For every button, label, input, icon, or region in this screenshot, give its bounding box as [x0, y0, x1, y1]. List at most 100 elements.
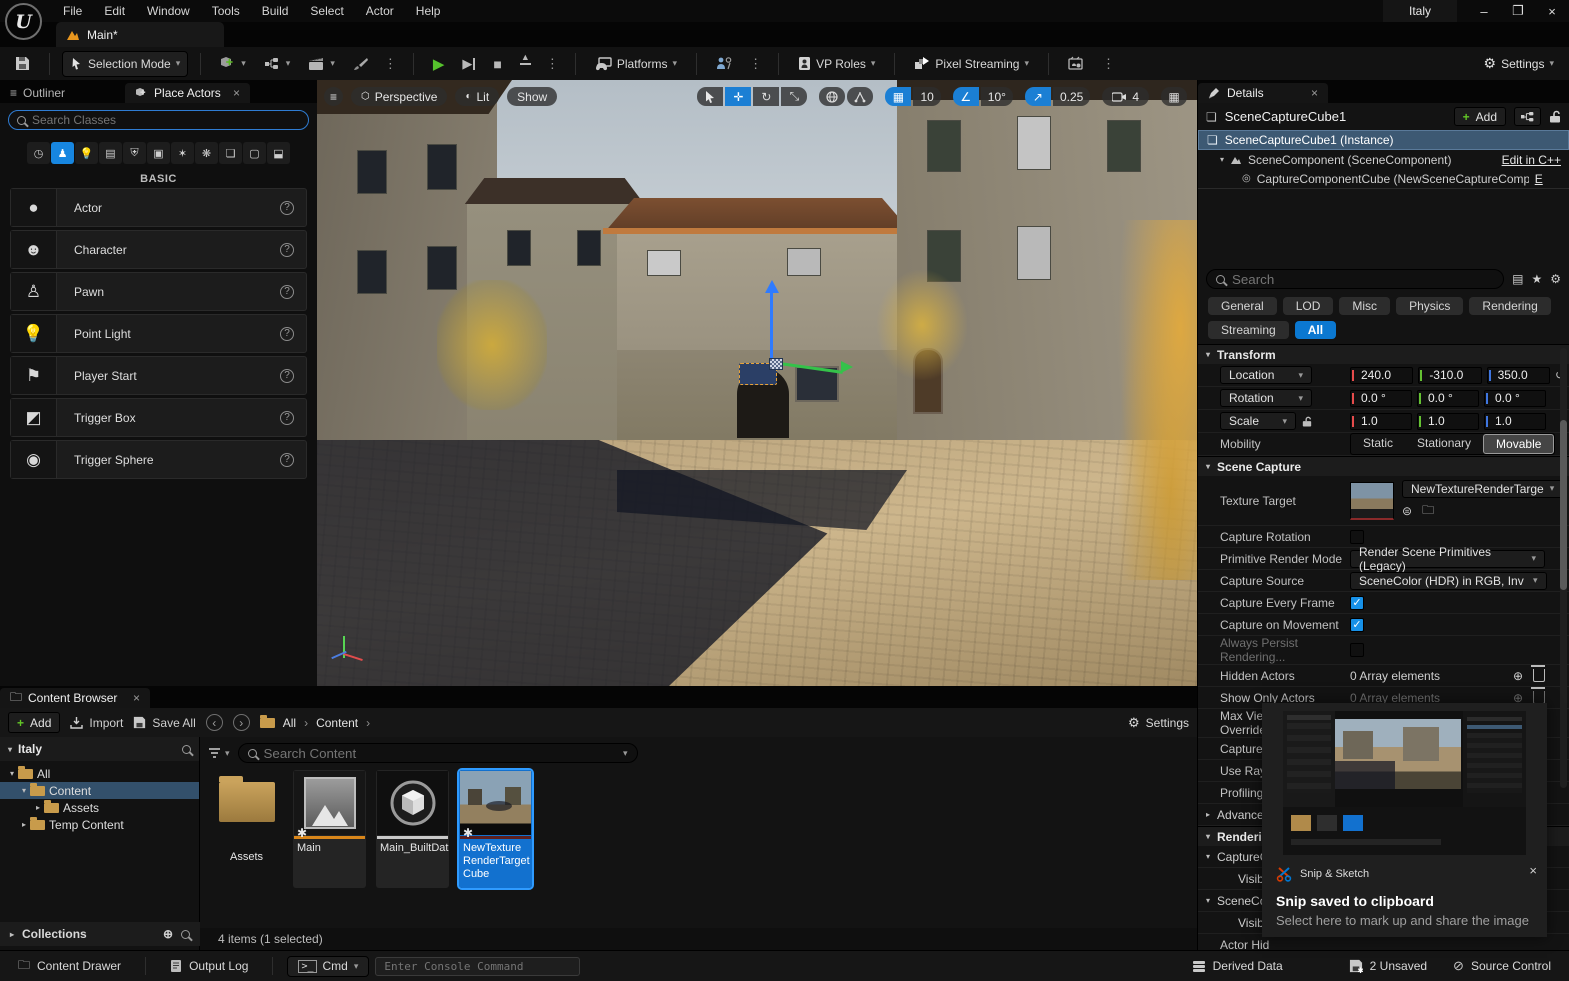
platforms-dropdown[interactable]: Platforms▾: [588, 52, 684, 76]
scene-capture-section-header[interactable]: ▾ Scene Capture: [1198, 456, 1569, 476]
help-icon[interactable]: ?: [280, 285, 294, 299]
toolbar-overflow-dots[interactable]: ⋮: [380, 56, 401, 72]
component-row-instance[interactable]: ❏ SceneCaptureCube1 (Instance): [1198, 130, 1569, 150]
close-icon[interactable]: ×: [1311, 86, 1318, 100]
details-scrollbar[interactable]: [1560, 348, 1567, 788]
rotation-dropdown[interactable]: Rotation▾: [1220, 389, 1312, 407]
snip-notification[interactable]: Snip & Sketch × Snip saved to clipboard …: [1262, 703, 1547, 937]
notification-close-icon[interactable]: ×: [1529, 863, 1537, 878]
scale-tool-button[interactable]: ⤡: [781, 87, 807, 106]
tab-place-actors[interactable]: Place Actors ×: [125, 83, 250, 103]
blueprint-edit-button[interactable]: [1514, 107, 1541, 126]
maximize-viewport-button[interactable]: ▦: [1161, 87, 1187, 106]
cb-import-button[interactable]: Import: [70, 716, 123, 730]
place-item-trigger-box[interactable]: ◩ Trigger Box ?: [10, 398, 307, 437]
add-actor-button[interactable]: ▾: [213, 52, 253, 76]
rotation-z-field[interactable]: 0.0 °: [1484, 390, 1546, 407]
blueprints-button[interactable]: ▾: [257, 52, 298, 76]
component-row-scenecomponent[interactable]: ▾ SceneComponent (SceneComponent) Edit i…: [1198, 150, 1569, 169]
asset-tile-main-builtdata[interactable]: Main_BuiltData: [376, 770, 449, 888]
details-search-box[interactable]: [1206, 269, 1504, 289]
tree-item-temp-content[interactable]: ▸Temp Content: [0, 816, 199, 833]
media-capture-button[interactable]: [1061, 52, 1094, 76]
search-content-box[interactable]: ▾: [238, 743, 638, 763]
menu-help[interactable]: Help: [405, 0, 452, 22]
tree-item-assets[interactable]: ▸Assets: [0, 799, 199, 816]
frame-skip-button[interactable]: ▶: [455, 52, 482, 76]
chevron-right-icon[interactable]: ▸: [36, 803, 40, 812]
tree-item-content[interactable]: ▾Content: [0, 782, 199, 799]
menu-select[interactable]: Select: [299, 0, 354, 22]
scale-lock-icon[interactable]: [1302, 416, 1312, 427]
add-component-button[interactable]: + Add: [1454, 107, 1506, 126]
forward-icon[interactable]: ›: [233, 714, 250, 731]
content-drawer-button[interactable]: 🗀 Content Drawer: [8, 951, 131, 981]
place-item-pawn[interactable]: ♙ Pawn ?: [10, 272, 307, 311]
menu-actor[interactable]: Actor: [355, 0, 405, 22]
display-options-icon[interactable]: ▤: [1512, 272, 1523, 286]
panels-category-icon[interactable]: ▢: [243, 142, 266, 164]
component-row-capturecube[interactable]: ◎ CaptureComponentCube (NewSceneCaptureC…: [1198, 169, 1569, 188]
asset-tile-main[interactable]: ✱ Main: [293, 770, 366, 888]
play-button[interactable]: ▶: [426, 52, 452, 76]
scale-y-field[interactable]: 1.0: [1417, 413, 1479, 430]
search-classes-input[interactable]: [32, 113, 300, 127]
basic-category-icon[interactable]: ♟: [51, 142, 74, 164]
capture-source-dropdown[interactable]: SceneColor (HDR) in RGB, Inv Opacity▾: [1350, 572, 1547, 590]
collections-bar[interactable]: ▸ Collections ⊕: [0, 922, 200, 946]
vp-roles-dropdown[interactable]: VP Roles▾: [791, 52, 882, 76]
location-y-field[interactable]: -310.0: [1418, 367, 1481, 384]
location-z-field[interactable]: 350.0: [1487, 367, 1550, 384]
help-icon[interactable]: ?: [280, 243, 294, 257]
close-icon[interactable]: ×: [233, 86, 240, 100]
edit-link-truncated[interactable]: E: [1535, 172, 1543, 186]
tree-item-all[interactable]: ▾All: [0, 765, 199, 782]
cb-add-button[interactable]: +Add: [8, 712, 60, 733]
place-item-actor[interactable]: ● Actor ?: [10, 188, 307, 227]
scale-z-field[interactable]: 1.0: [1484, 413, 1546, 430]
menu-window[interactable]: Window: [136, 0, 201, 22]
scale-dropdown[interactable]: Scale▾: [1220, 412, 1296, 430]
misc-category-icon[interactable]: ⬓: [267, 142, 290, 164]
geometry-category-icon[interactable]: ▣: [147, 142, 170, 164]
chevron-down-icon[interactable]: ▾: [22, 786, 26, 795]
location-dropdown[interactable]: Location▾: [1220, 366, 1312, 384]
multi-user-button[interactable]: [709, 52, 741, 76]
scale-x-field[interactable]: 1.0: [1350, 413, 1412, 430]
perspective-dropdown[interactable]: ⬡ Perspective: [351, 87, 447, 106]
world-local-toggle[interactable]: [819, 87, 845, 106]
chevron-down-icon[interactable]: ▾: [1220, 155, 1224, 164]
tab-main-level[interactable]: Main*: [56, 22, 224, 47]
help-icon[interactable]: ?: [280, 327, 294, 341]
gizmo-z-axis[interactable]: [770, 290, 773, 368]
gizmo-center-handle[interactable]: [769, 358, 783, 370]
media-dots[interactable]: ⋮: [1098, 56, 1119, 72]
maximize-button[interactable]: ❐: [1501, 0, 1535, 22]
place-item-trigger-sphere[interactable]: ◉ Trigger Sphere ?: [10, 440, 307, 479]
console-command-box[interactable]: [375, 957, 580, 976]
asset-tile-assets-folder[interactable]: Assets: [210, 770, 283, 867]
edit-in-cpp-link[interactable]: Edit in C++: [1502, 153, 1561, 167]
rotation-x-field[interactable]: 0.0 °: [1350, 390, 1412, 407]
back-icon[interactable]: ‹: [206, 714, 223, 731]
mobility-static[interactable]: Static: [1351, 434, 1405, 454]
unsaved-button[interactable]: ✱ 2 Unsaved: [1339, 951, 1437, 981]
location-x-field[interactable]: 240.0: [1350, 367, 1413, 384]
play-options-dots[interactable]: ⋮: [542, 56, 563, 72]
chevron-down-icon[interactable]: ▾: [10, 769, 14, 778]
tab-details[interactable]: Details ×: [1198, 83, 1328, 103]
cb-settings-button[interactable]: ⚙ Settings: [1128, 715, 1189, 731]
move-tool-button[interactable]: ✛: [725, 87, 751, 106]
save-button[interactable]: [8, 52, 37, 76]
details-settings-gear-icon[interactable]: ⚙: [1550, 272, 1561, 286]
menu-file[interactable]: File: [52, 0, 93, 22]
select-tool-button[interactable]: [697, 87, 723, 106]
grid-snap-toggle[interactable]: ▦: [885, 87, 911, 106]
eject-button[interactable]: ▲: [513, 52, 538, 76]
help-icon[interactable]: ?: [280, 201, 294, 215]
breadcrumb-content[interactable]: Content: [316, 716, 358, 730]
snip-thumbnail[interactable]: [1283, 711, 1526, 855]
browse-to-asset-icon[interactable]: 🗀: [1422, 501, 1434, 522]
derived-data-button[interactable]: Derived Data: [1182, 951, 1293, 981]
chevron-down-icon[interactable]: ▾: [8, 745, 12, 754]
